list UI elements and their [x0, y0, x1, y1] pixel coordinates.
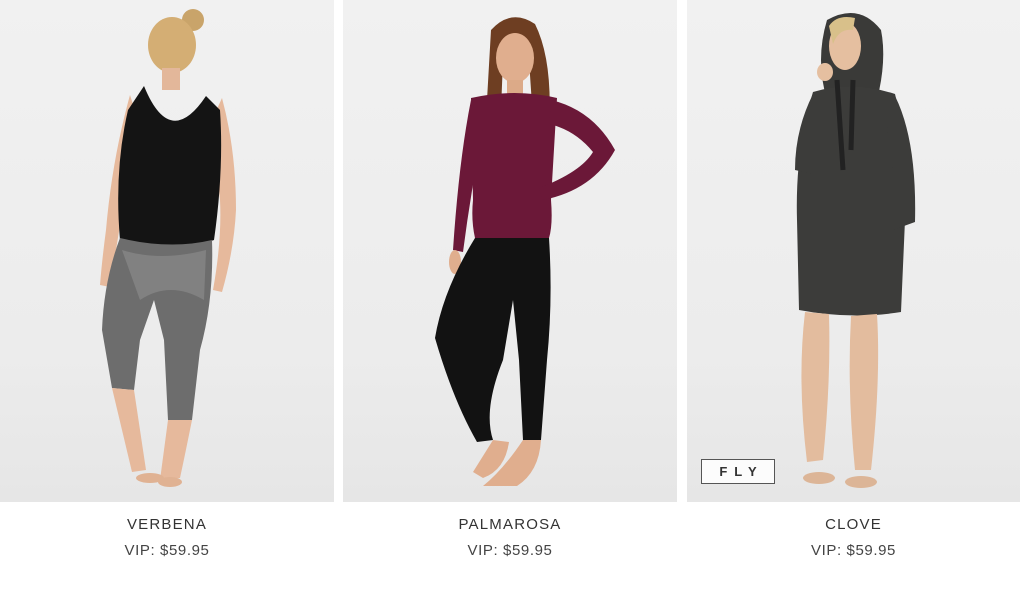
product-card-verbena[interactable]: VERBENA VIP: $59.95 — [0, 0, 334, 598]
product-price: VIP: $59.95 — [811, 542, 896, 559]
product-grid: VERBENA VIP: $59.95 PALMAROSA VIP: $59.9… — [0, 0, 1024, 598]
product-image-clove[interactable]: FLY — [687, 0, 1020, 502]
product-name[interactable]: CLOVE — [687, 516, 1020, 533]
product-card-palmarosa[interactable]: PALMAROSA VIP: $59.95 — [343, 0, 677, 598]
product-price: VIP: $59.95 — [467, 542, 553, 559]
product-name[interactable]: VERBENA — [0, 516, 334, 533]
product-price: VIP: $59.95 — [124, 542, 210, 559]
product-image-verbena[interactable] — [0, 0, 334, 502]
product-name[interactable]: PALMAROSA — [343, 516, 677, 533]
product-card-clove[interactable]: FLY CLOVE VIP: $59.95 — [687, 0, 1020, 598]
product-image-palmarosa[interactable] — [343, 0, 677, 502]
fly-badge: FLY — [701, 459, 775, 484]
